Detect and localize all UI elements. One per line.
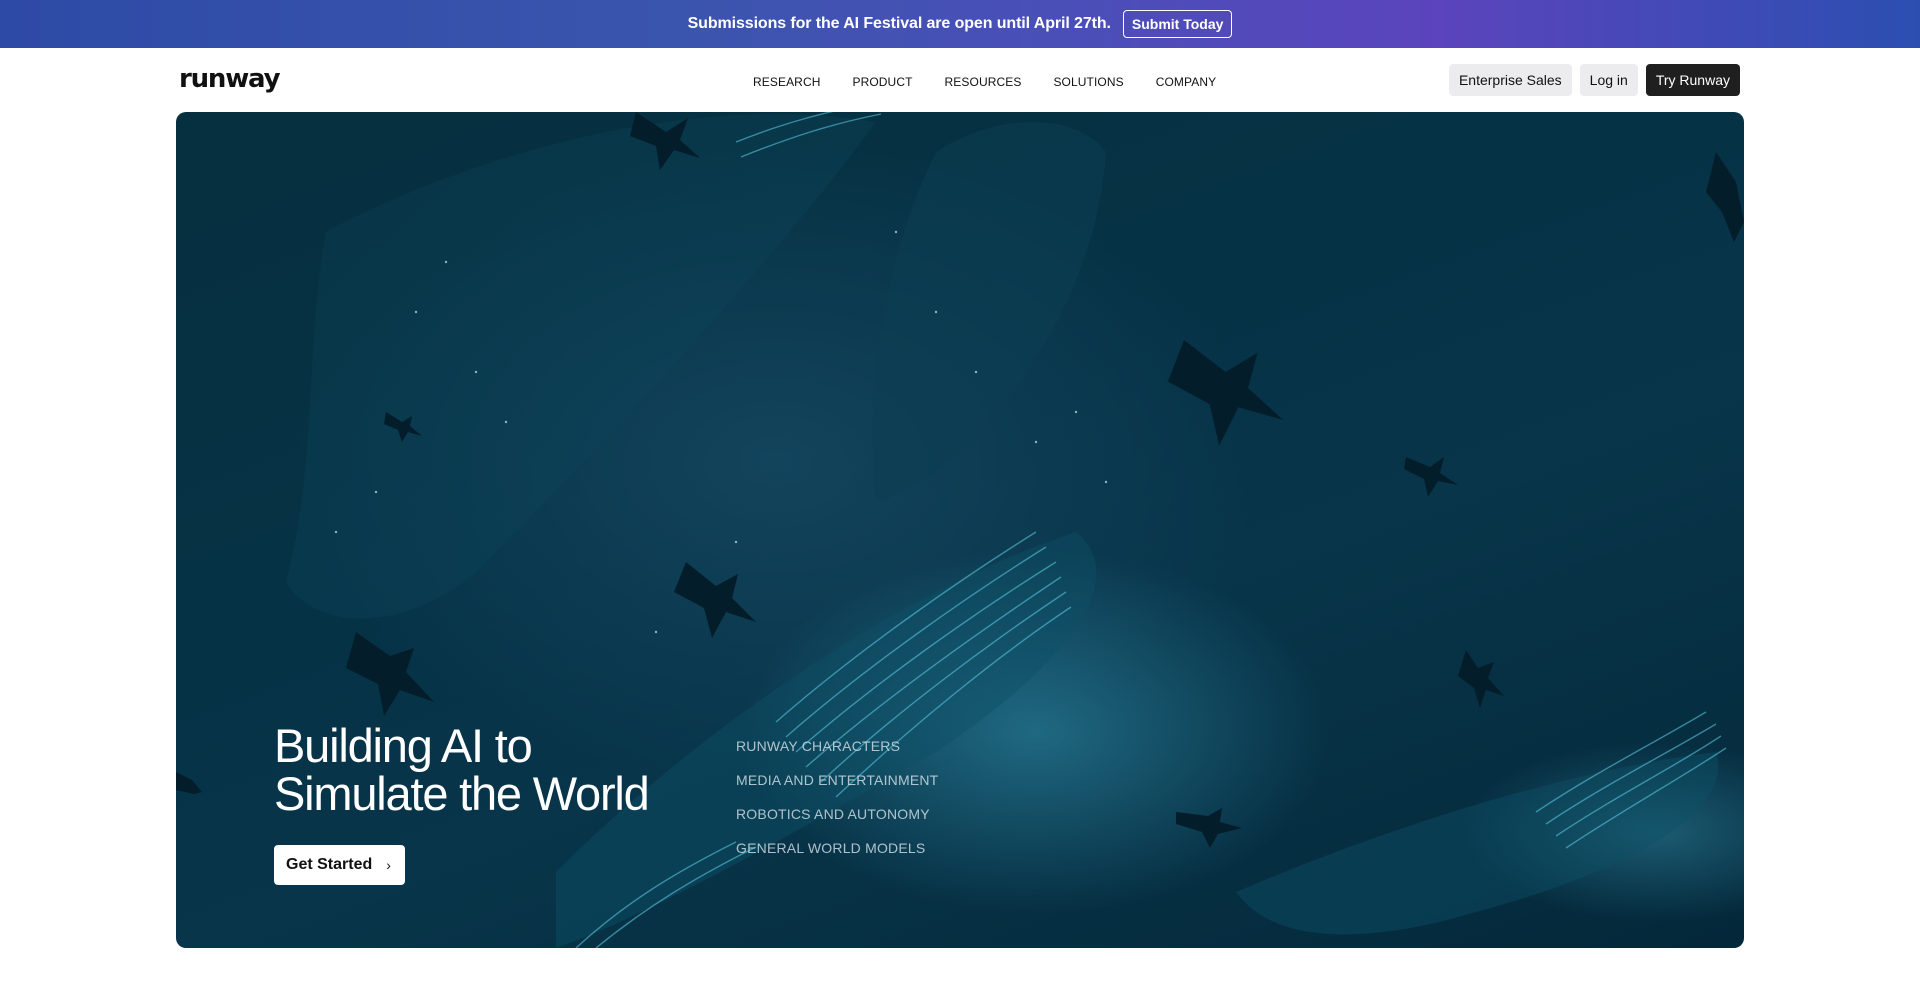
topic-runway-characters[interactable]: RUNWAY CHARACTERS bbox=[736, 737, 938, 755]
get-started-button[interactable]: Get Started › bbox=[274, 845, 405, 885]
submit-today-button[interactable]: Submit Today bbox=[1122, 10, 1233, 38]
menu-item-resources[interactable]: RESOURCES bbox=[945, 75, 1022, 89]
menu-item-company[interactable]: COMPANY bbox=[1156, 75, 1216, 89]
runway-logo[interactable]: runway bbox=[179, 64, 281, 94]
menu-item-product[interactable]: PRODUCT bbox=[852, 75, 912, 89]
get-started-label: Get Started bbox=[286, 856, 373, 873]
banner-text: Submissions for the AI Festival are open… bbox=[687, 15, 1111, 32]
hero-background-image bbox=[176, 112, 1744, 948]
topic-robotics-and-autonomy[interactable]: ROBOTICS AND AUTONOMY bbox=[736, 805, 938, 823]
main-menu: RESEARCH PRODUCT RESOURCES SOLUTIONS COM… bbox=[753, 75, 1248, 89]
nav-actions: Enterprise Sales Log in Try Runway bbox=[1448, 64, 1740, 96]
hero-headline: Building AI to Simulate the World bbox=[274, 719, 650, 820]
try-runway-button[interactable]: Try Runway bbox=[1645, 64, 1740, 96]
topic-list: RUNWAY CHARACTERS MEDIA AND ENTERTAINMEN… bbox=[736, 737, 938, 857]
menu-item-solutions[interactable]: SOLUTIONS bbox=[1053, 75, 1123, 89]
topic-media-and-entertainment[interactable]: MEDIA AND ENTERTAINMENT bbox=[736, 771, 938, 789]
topic-general-world-models[interactable]: GENERAL WORLD MODELS bbox=[736, 839, 938, 857]
menu-item-research[interactable]: RESEARCH bbox=[753, 75, 820, 89]
top-navigation: runway RESEARCH PRODUCT RESOURCES SOLUTI… bbox=[0, 48, 1920, 112]
log-in-button[interactable]: Log in bbox=[1579, 64, 1638, 96]
headline-line-1: Building AI to bbox=[274, 719, 533, 772]
announcement-banner: Submissions for the AI Festival are open… bbox=[0, 0, 1920, 48]
hero-section: Building AI to Simulate the World Get St… bbox=[176, 112, 1744, 948]
headline-line-2: Simulate the World bbox=[274, 767, 650, 820]
chevron-right-icon: › bbox=[386, 857, 391, 873]
enterprise-sales-button[interactable]: Enterprise Sales bbox=[1448, 64, 1572, 96]
